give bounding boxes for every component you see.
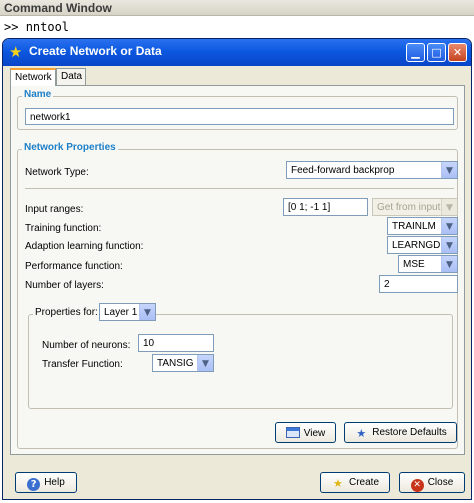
get-from-input-label: Get from input: (377, 202, 444, 213)
number-of-neurons-label: Number of neurons: (42, 340, 131, 351)
create-network-dialog: ★ Create Network or Data ▁ □ ✕ Network D… (2, 38, 472, 500)
restore-defaults-label: Restore Defaults (372, 427, 447, 438)
get-from-input-select: Get from input: ▼ (372, 198, 458, 216)
star-icon: ★ (333, 477, 343, 490)
tab-network[interactable]: Network (10, 68, 56, 86)
divider (25, 188, 454, 189)
star-icon: ★ (356, 427, 367, 440)
dialog-body: Network Data Name network1 Network Prope… (6, 66, 468, 498)
chevron-down-icon: ▼ (441, 199, 457, 215)
input-ranges-field[interactable]: [0 1; -1 1] (283, 198, 368, 216)
training-function-select[interactable]: TRAINLM ▼ (387, 217, 458, 235)
chevron-down-icon: ▼ (197, 355, 213, 371)
transfer-function-value: TANSIG (157, 358, 194, 369)
help-button[interactable]: ? Help (15, 472, 77, 493)
performance-function-label: Performance function: (25, 261, 123, 272)
help-label: Help (44, 477, 65, 488)
number-of-layers-label: Number of layers: (25, 280, 104, 291)
dialog-title: Create Network or Data (29, 44, 162, 58)
chevron-down-icon: ▼ (441, 237, 457, 253)
chevron-down-icon: ▼ (139, 304, 155, 320)
view-label: View (303, 428, 326, 439)
training-function-label: Training function: (25, 223, 102, 234)
performance-function-select[interactable]: MSE ▼ (398, 255, 458, 273)
command-line: >> nntool (4, 20, 69, 34)
create-button[interactable]: ★ Create (320, 472, 390, 493)
chevron-down-icon: ▼ (441, 256, 457, 272)
chevron-down-icon: ▼ (441, 218, 457, 234)
number-of-neurons-field[interactable]: 10 (138, 334, 214, 352)
transfer-function-select[interactable]: TANSIG ▼ (152, 354, 214, 372)
adaption-function-select[interactable]: LEARNGDM ▼ (387, 236, 458, 254)
close-window-button[interactable]: ✕ (448, 43, 467, 62)
chevron-down-icon: ▼ (441, 162, 457, 178)
network-name-input[interactable]: network1 (25, 108, 454, 125)
input-ranges-label: Input ranges: (25, 204, 84, 215)
performance-function-value: MSE (403, 259, 425, 270)
layer-select-value: Layer 1 (104, 307, 138, 318)
name-legend: Name (22, 89, 54, 100)
help-icon: ? (27, 478, 41, 491)
window-icon (285, 427, 300, 438)
command-text: nntool (25, 20, 70, 34)
network-type-select[interactable]: Feed-forward backprop ▼ (286, 161, 458, 179)
dialog-titlebar[interactable]: ★ Create Network or Data ▁ □ ✕ (3, 39, 471, 66)
properties-for-label: Properties for: (33, 307, 100, 318)
close-button[interactable]: ✕ Close (399, 472, 465, 493)
command-prompt: >> (4, 20, 26, 34)
view-button[interactable]: View (275, 422, 336, 443)
network-tab-panel: Name network1 Network Properties Network… (10, 85, 465, 455)
network-type-value: Feed-forward backprop (291, 165, 395, 176)
restore-defaults-button[interactable]: ★ Restore Defaults (344, 422, 457, 443)
transfer-function-label: Transfer Function: (42, 359, 123, 370)
number-of-layers-field[interactable]: 2 (379, 275, 458, 293)
network-type-label: Network Type: (25, 167, 89, 178)
tab-data[interactable]: Data (56, 68, 86, 85)
maximize-button[interactable]: □ (427, 43, 446, 62)
star-icon: ★ (9, 43, 23, 61)
close-icon: ✕ (410, 479, 424, 492)
properties-legend: Network Properties (22, 142, 118, 153)
minimize-button[interactable]: ▁ (406, 43, 425, 62)
close-label: Close (427, 477, 454, 488)
adaption-function-label: Adaption learning function: (25, 241, 144, 252)
create-label: Create (348, 477, 379, 488)
training-function-value: TRAINLM (392, 221, 436, 232)
command-window-title: Command Window (0, 0, 474, 16)
layer-select[interactable]: Layer 1 ▼ (99, 303, 156, 321)
